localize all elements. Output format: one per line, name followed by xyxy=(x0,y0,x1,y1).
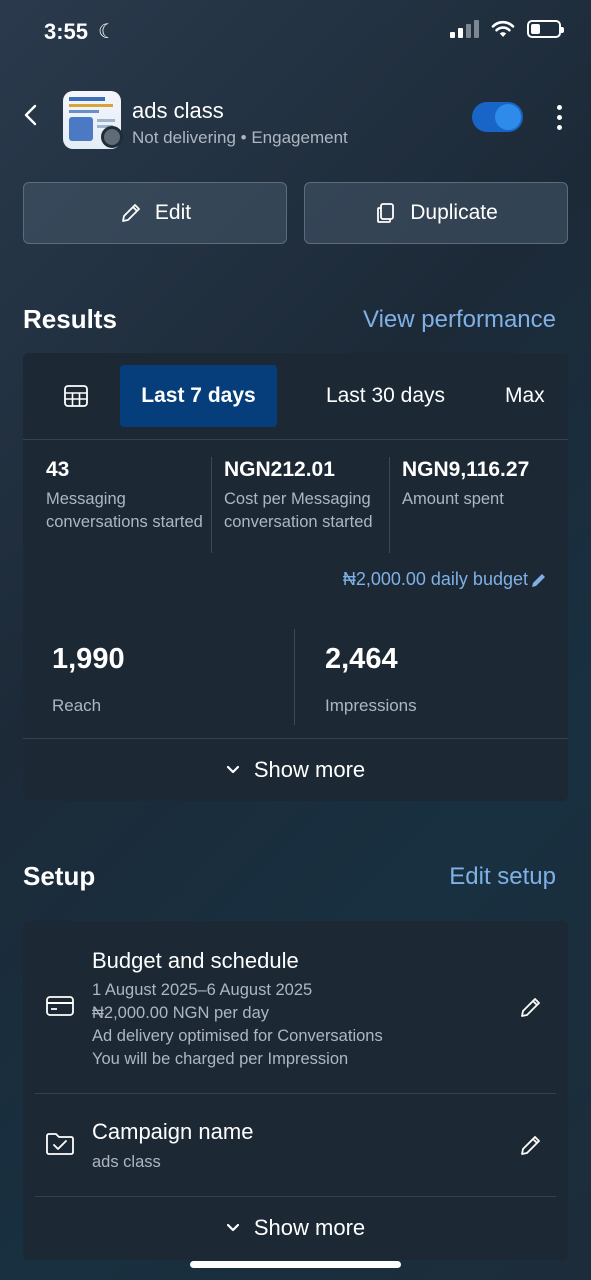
campaign-name-title: Campaign name xyxy=(92,1119,254,1144)
show-more-label: Show more xyxy=(253,1215,366,1240)
metric-value: 1,990 xyxy=(52,643,125,675)
status-bar: 3:55 ☾ xyxy=(0,0,591,64)
metric-divider xyxy=(294,629,295,725)
moon-icon: ☾ xyxy=(98,21,116,43)
status-time: 3:55 xyxy=(44,19,89,44)
view-performance-link[interactable]: View performance xyxy=(363,306,556,334)
metric-label: Cost per Messaging conversation started xyxy=(224,490,373,531)
setup-title: Setup xyxy=(23,861,96,891)
budget-amount: ₦2,000.00 NGN per day xyxy=(92,1004,270,1022)
duplicate-button-label: Duplicate xyxy=(410,201,498,224)
budget-schedule-details: 1 August 2025–6 August 2025 ₦2,000.00 NG… xyxy=(92,979,383,1071)
campaign-toggle[interactable] xyxy=(472,102,523,132)
delivery-optimisation: Ad delivery optimised for Conversations xyxy=(92,1027,383,1045)
pencil-icon xyxy=(122,204,140,222)
daily-budget-link[interactable]: ₦2,000.00 daily budget xyxy=(343,569,548,590)
table-icon[interactable] xyxy=(63,384,89,408)
budget-schedule-row[interactable]: Budget and schedule 1 August 2025–6 Augu… xyxy=(35,921,556,1093)
campaign-title: ads class xyxy=(132,98,224,123)
metric-label: Amount spent xyxy=(402,490,504,508)
schedule-dates: 1 August 2025–6 August 2025 xyxy=(92,981,313,999)
setup-card: Budget and schedule 1 August 2025–6 Augu… xyxy=(23,921,568,1260)
metric-reach: 1,990 Reach xyxy=(52,643,125,716)
duplicate-button[interactable]: Duplicate xyxy=(304,182,568,244)
metric-divider xyxy=(389,457,390,553)
campaign-header: ads class Not delivering • Engagement xyxy=(0,88,591,152)
cellular-signal-icon xyxy=(450,20,479,38)
edit-setup-link[interactable]: Edit setup xyxy=(449,863,556,891)
home-indicator[interactable] xyxy=(190,1261,401,1268)
setup-show-more-button[interactable]: Show more xyxy=(23,1197,568,1259)
chevron-down-icon xyxy=(226,1223,239,1232)
metric-amount-spent: NGN9,116.27 Amount spent xyxy=(402,458,568,511)
back-chevron-icon[interactable] xyxy=(18,100,46,130)
campaign-name-value: ads class xyxy=(92,1153,161,1171)
folder-check-icon xyxy=(46,1133,74,1155)
date-range-tabs: Last 7 days Last 30 days Max xyxy=(23,353,568,440)
status-dot-icon xyxy=(101,126,123,148)
metric-value: NGN212.01 xyxy=(224,458,335,481)
tab-max[interactable]: Max xyxy=(505,365,568,427)
metric-value: 2,464 xyxy=(325,643,398,675)
metric-divider xyxy=(211,457,212,553)
results-card: Last 7 days Last 30 days Max 43 Messagin… xyxy=(23,353,568,801)
metric-impressions: 2,464 Impressions xyxy=(325,643,417,716)
wifi-icon xyxy=(491,20,515,37)
show-more-label: Show more xyxy=(253,757,366,782)
tab-last-7-days[interactable]: Last 7 days xyxy=(120,365,277,427)
budget-schedule-title: Budget and schedule xyxy=(92,948,299,973)
battery-icon xyxy=(527,20,564,38)
metric-value: 43 xyxy=(46,458,70,481)
edit-button[interactable]: Edit xyxy=(23,182,287,244)
metric-label: Messaging conversations started xyxy=(46,490,203,531)
metric-value: NGN9,116.27 xyxy=(402,458,530,481)
pencil-icon[interactable] xyxy=(518,1132,544,1158)
results-show-more-button[interactable]: Show more xyxy=(23,739,568,801)
metric-label: Impressions xyxy=(325,696,417,715)
metric-conversations: 43 Messaging conversations started xyxy=(46,458,206,534)
more-options-icon[interactable] xyxy=(546,102,572,132)
duplicate-icon xyxy=(377,203,395,223)
credit-card-icon xyxy=(46,996,74,1016)
daily-budget-text: ₦2,000.00 daily budget xyxy=(342,569,528,589)
chevron-down-icon xyxy=(226,765,239,774)
tab-last-30-days[interactable]: Last 30 days xyxy=(303,365,468,427)
charge-basis: You will be charged per Impression xyxy=(92,1050,349,1068)
pencil-icon[interactable] xyxy=(518,994,544,1020)
metric-cost-per-conversation: NGN212.01 Cost per Messaging conversatio… xyxy=(224,458,394,534)
edit-button-label: Edit xyxy=(154,201,192,224)
campaign-status: Not delivering • Engagement xyxy=(132,128,348,147)
campaign-name-row[interactable]: Campaign name ads class xyxy=(35,1094,556,1196)
results-title: Results xyxy=(23,304,117,334)
metric-label: Reach xyxy=(52,696,102,715)
edit-pencil-icon xyxy=(532,573,545,587)
status-icons xyxy=(450,20,564,38)
